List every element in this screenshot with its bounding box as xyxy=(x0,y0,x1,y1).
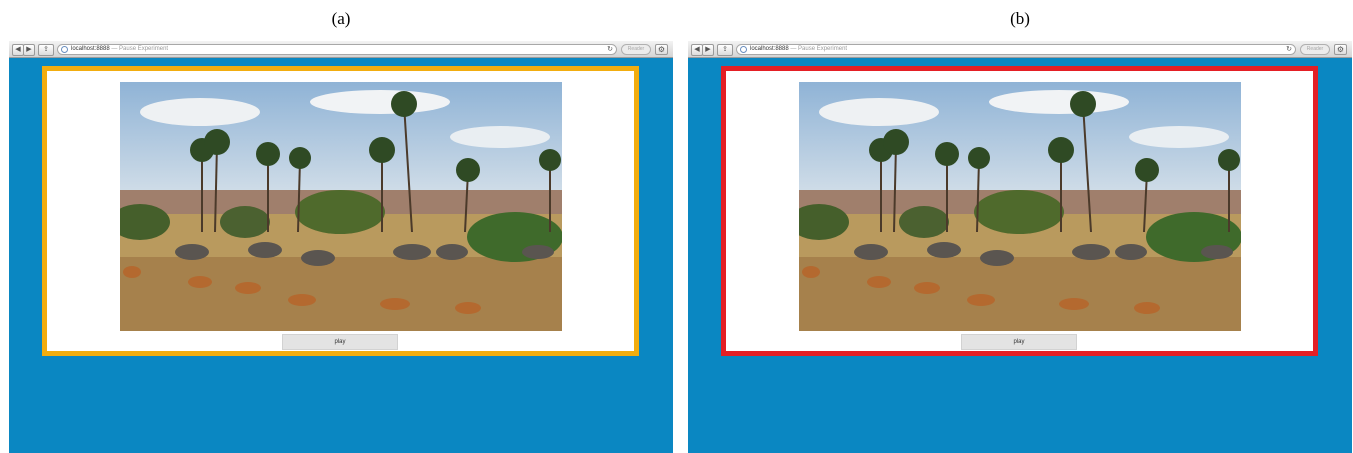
savanna-image xyxy=(120,82,562,331)
forward-icon[interactable]: ▶ xyxy=(702,44,714,56)
address-bar[interactable]: localhost:8888 — Pause Experiment ↻ xyxy=(736,44,1296,55)
browser-window: ◀ ▶ ⇪ localhost:8888 — Pause Experiment … xyxy=(688,41,1352,453)
page-title-text: — Pause Experiment xyxy=(790,46,848,52)
experiment-frame: play xyxy=(42,66,639,356)
share-icon[interactable]: ⇪ xyxy=(38,44,54,56)
panel-a: (a) ◀ ▶ ⇪ localhost:8888 — Pause Experim… xyxy=(9,0,673,453)
page-title-text: — Pause Experiment xyxy=(111,46,169,52)
experiment-frame: play xyxy=(721,66,1318,356)
gear-icon[interactable]: ⚙ xyxy=(655,44,668,55)
forward-icon[interactable]: ▶ xyxy=(23,44,35,56)
globe-icon xyxy=(740,46,747,53)
address-text: localhost:8888 — Pause Experiment xyxy=(71,45,168,54)
url-text: localhost:8888 xyxy=(750,46,789,52)
globe-icon xyxy=(61,46,68,53)
browser-toolbar: ◀ ▶ ⇪ localhost:8888 — Pause Experiment … xyxy=(9,41,673,58)
reload-icon[interactable]: ↻ xyxy=(607,45,613,54)
play-button[interactable]: play xyxy=(282,334,398,350)
address-bar[interactable]: localhost:8888 — Pause Experiment ↻ xyxy=(57,44,617,55)
panel-caption: (a) xyxy=(331,9,351,28)
play-button[interactable]: play xyxy=(961,334,1077,350)
reload-icon[interactable]: ↻ xyxy=(1286,45,1292,54)
browser-window: ◀ ▶ ⇪ localhost:8888 — Pause Experiment … xyxy=(9,41,673,453)
panel-caption: (b) xyxy=(1010,9,1030,28)
reader-button[interactable]: Reader xyxy=(621,44,651,55)
reader-button[interactable]: Reader xyxy=(1300,44,1330,55)
address-text: localhost:8888 — Pause Experiment xyxy=(750,45,847,54)
browser-toolbar: ◀ ▶ ⇪ localhost:8888 — Pause Experiment … xyxy=(688,41,1352,58)
panel-b: (b) ◀ ▶ ⇪ localhost:8888 — Pause Experim… xyxy=(688,0,1352,453)
savanna-image xyxy=(799,82,1241,331)
gear-icon[interactable]: ⚙ xyxy=(1334,44,1347,55)
url-text: localhost:8888 xyxy=(71,46,110,52)
share-icon[interactable]: ⇪ xyxy=(717,44,733,56)
